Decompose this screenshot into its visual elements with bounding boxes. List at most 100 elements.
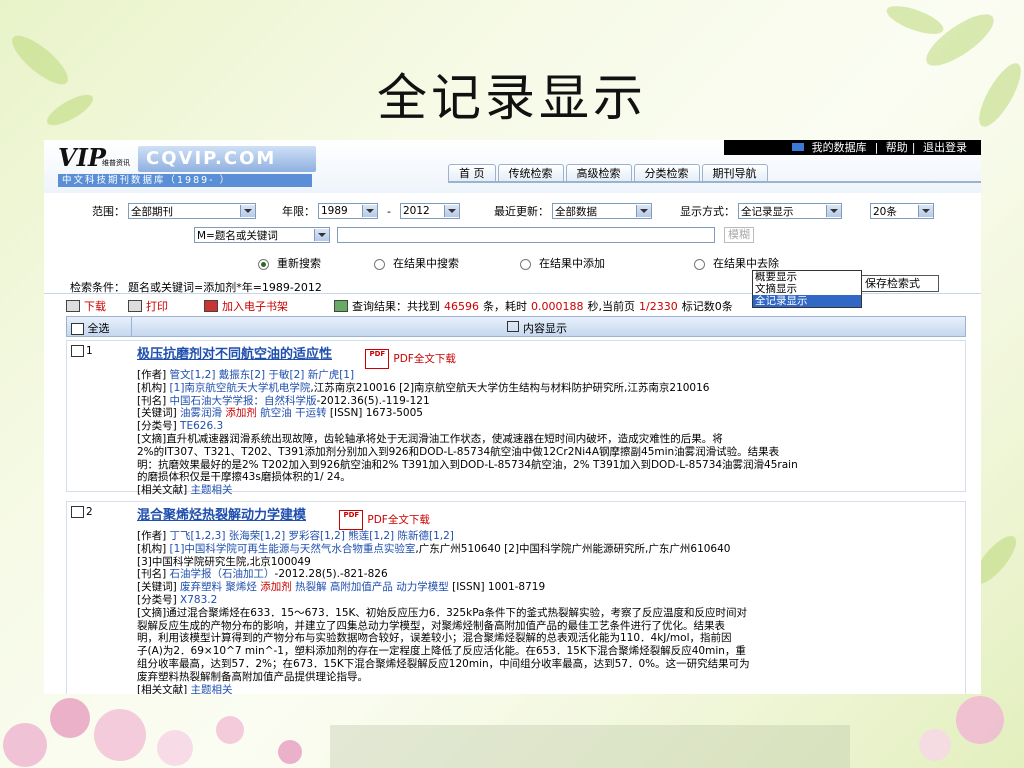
fuzzy-option[interactable]: 模糊 [724,227,754,243]
keyword-link[interactable]: 添加剂 [260,581,292,593]
nav-underline [448,181,981,183]
tab-advanced-search[interactable]: 高级检索 [565,164,632,182]
pdf-icon: PDF [365,349,390,369]
abstract-line: [文摘]通过混合聚烯烃在633．15～673．15K、初始反应压力6．325kP… [137,606,747,619]
chevron-down-icon [443,205,459,217]
related-line: [相关文献] 主题相关 [137,683,233,694]
related-line: [相关文献] 主题相关 [137,484,233,497]
organization-line: [机构] [1]南京航空航天大学机电学院,江苏南京210016 [2]南京航空航… [137,381,710,394]
content-column-header: 内容显示 [507,320,567,336]
organization-link[interactable]: [1]南京航空航天大学机电学院 [170,382,311,394]
logout-link[interactable]: 退出登录 [923,141,967,154]
range-select[interactable]: 全部期刊 [128,203,256,219]
display-mode-select[interactable]: 全记录显示 [738,203,842,219]
update-select[interactable]: 全部数据 [552,203,652,219]
pdf-download-link[interactable]: PDF PDF全文下载 [365,349,456,369]
radio-dot-icon [374,258,385,270]
keyword-link[interactable]: 动力学模型 [396,581,449,593]
radio-new-search[interactable]: 重新搜索 [258,255,321,271]
author-links[interactable]: 丁飞[1,2,3] 张海荣[1,2] 罗彩容[1,2] 熊莲[1,2] 陈新德[… [170,530,454,542]
record-checkbox[interactable] [71,345,84,358]
keyword-link[interactable]: 干运转 [295,407,327,419]
classification-link[interactable]: TE626.3 [180,420,223,432]
abstract-line: 子(A)为2．69×10^7 min^-1，塑料添加剂的存在一定程度上降低了反应… [137,645,746,658]
keyword-link[interactable]: 航空油 [260,407,292,419]
tab-home[interactable]: 首 页 [448,164,496,182]
search-form: 范围： 全部期刊 年限： 1989 - 2012 最近更新： 全部数据 显示方式… [44,193,981,308]
abstract-line: 组分收率最高，达到57．2%；在673．15K下混合聚烯烃裂解反应120min，… [137,657,750,670]
print-button[interactable]: 打印 [128,298,168,314]
authors-line: [作者] 丁飞[1,2,3] 张海荣[1,2] 罗彩容[1,2] 熊莲[1,2]… [137,530,454,542]
abstract-line: 废弃塑料热裂解制备高附加值产品提供理论指导。 [137,670,368,683]
option-full-record[interactable]: 全记录显示 [753,295,861,307]
pdf-download-link[interactable]: PDF PDF全文下载 [339,510,430,530]
result-summary: 查询结果：共找到 46596 条，耗时 0.000188 秒,当前页 1/2330 标记数0… [334,298,733,314]
site-header: VIP 维普资讯 CQVIP.COM 中文科技期刊数据库（1989- ） 我的数… [44,140,981,193]
keyword-link[interactable]: 废弃塑料 [180,581,222,593]
tab-journal-nav[interactable]: 期刊导航 [701,164,768,182]
folder-icon [791,143,804,151]
keyword-link[interactable]: 添加剂 [225,407,257,419]
classification-link[interactable]: X783.2 [180,594,217,606]
per-page-select[interactable]: 20条 [870,203,934,219]
printer-icon [128,300,142,312]
journal-line: [刊名] 石油学报（石油加工）-2012.28(5).-821-826 [137,568,388,581]
search-input[interactable] [337,227,715,243]
add-ebook-shelf-button[interactable]: 加入电子书架 [204,298,288,314]
journal-line: [刊名] 中国石油大学学报：自然科学版-2012.36(5).-119-121 [137,394,430,407]
related-link[interactable]: 主题相关 [191,484,233,496]
chevron-down-icon [826,205,841,217]
abstract-line: 2%的IT307、T321、T202、T391添加剂分别加入到926和DOD-L… [137,445,780,458]
option-abstract[interactable]: 文摘显示 [753,283,861,295]
radio-search-in-results[interactable]: 在结果中搜索 [374,255,459,271]
abstract-line: 明：抗磨效果最好的是2% T202加入到926航空油和2% T391加入到DOD… [137,458,798,471]
top-links: 我的数据库 | 帮助 | 退出登录 [723,140,981,155]
keyword-link[interactable]: 聚烯烃 [225,581,257,593]
chevron-down-icon [636,205,651,217]
display-mode-dropdown: 概要显示 文摘显示 全记录显示 [752,270,862,308]
related-link[interactable]: 主题相关 [191,684,233,694]
pdf-icon: PDF [339,510,364,530]
journal-link[interactable]: 石油学报（石油加工） [170,568,275,580]
radio-dot-icon [520,258,531,270]
site-logo[interactable]: VIP 维普资讯 CQVIP.COM 中文科技期刊数据库（1989- ） [58,144,316,188]
help-link[interactable]: 帮助 [886,141,908,154]
content-icon [507,321,519,332]
field-select[interactable]: M=题名或关键词 [194,227,330,243]
record-title-link[interactable]: 混合聚烯烃热裂解动力学建模 [137,509,306,523]
database-name: 中文科技期刊数据库（1989- ） [58,174,312,187]
record-checkbox[interactable] [71,506,84,519]
download-button[interactable]: 下载 [66,298,106,314]
year-label: 年限： [282,205,315,218]
organization-link[interactable]: [1]中国科学院可再生能源与天然气水合物重点实验室 [170,543,416,555]
radio-remove-from-results[interactable]: 在结果中去除 [694,255,779,271]
keyword-link[interactable]: 高附加值产品 [330,581,393,593]
radio-dot-icon [258,258,269,270]
main-nav: 首 页 传统检索 高级检索 分类检索 期刊导航 [448,164,768,182]
tab-traditional-search[interactable]: 传统检索 [497,164,564,182]
organization-line: [机构] [1]中国科学院可再生能源与天然气水合物重点实验室,广东广州51064… [137,542,731,555]
option-summary[interactable]: 概要显示 [753,271,861,283]
journal-link[interactable]: 中国石油大学学报：自然科学版 [170,395,317,407]
radio-dot-icon [694,258,705,270]
update-label: 最近更新： [494,205,549,218]
tab-category-search[interactable]: 分类检索 [633,164,700,182]
screenshot-panel: VIP 维普资讯 CQVIP.COM 中文科技期刊数据库（1989- ） 我的数… [44,140,981,694]
chevron-down-icon [240,205,255,217]
chevron-down-icon [314,229,329,241]
my-database-link[interactable]: 我的数据库 [788,141,871,154]
select-all-checkbox[interactable]: 全选 [71,320,110,336]
classification-line: [分类号] TE626.3 [137,420,224,433]
slide-title: 全记录显示 [377,69,647,127]
keyword-link[interactable]: 热裂解 [295,581,327,593]
author-links[interactable]: 管文[1,2] 戴振东[2] 于敏[2] 新广虎[1] [170,369,355,381]
year-to-select[interactable]: 2012 [399,203,460,219]
record-number: 2 [86,506,93,518]
abstract-line: 的磨损体积仅是干摩擦43s磨损体积的1/ 24。 [137,471,351,484]
keyword-link[interactable]: 油雾润滑 [180,407,222,419]
bookshelf-icon [204,300,218,312]
year-from-select[interactable]: 1989 [318,203,378,219]
record-title-link[interactable]: 极压抗磨剂对不同航空油的适应性 [137,348,332,362]
query-icon [334,300,348,312]
radio-add-to-results[interactable]: 在结果中添加 [520,255,605,271]
